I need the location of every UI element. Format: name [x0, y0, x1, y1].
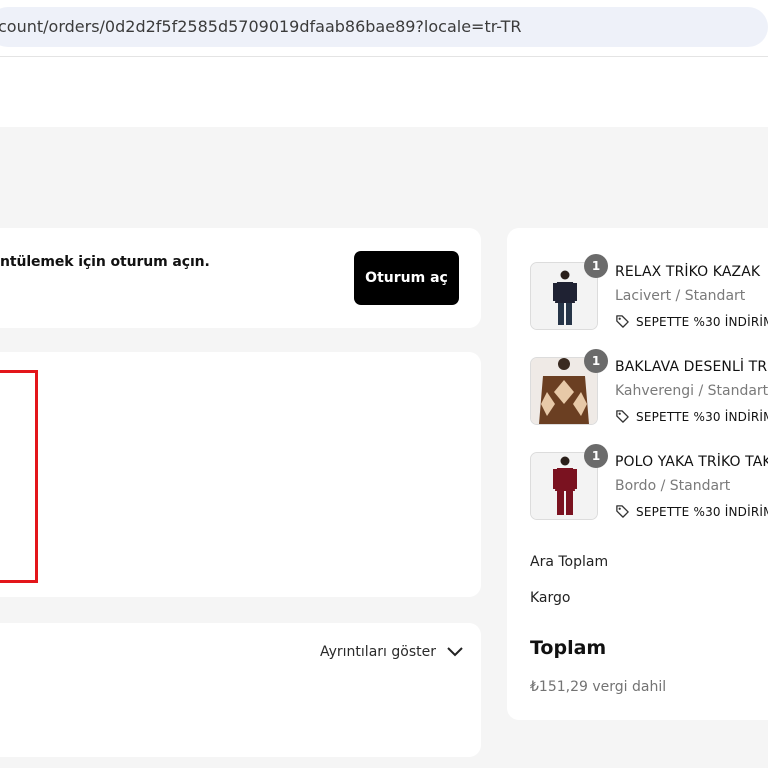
highlight-frame: [0, 370, 38, 583]
tag-icon: [616, 315, 629, 328]
total-label: Toplam: [530, 637, 607, 659]
chevron-down-icon: [447, 647, 463, 657]
discount-tag: SEPETTE %30 İNDİRİM: [615, 409, 768, 424]
product-name: BAKLAVA DESENLİ TRİ: [615, 359, 768, 375]
summary-item[interactable]: 1 RELAX TRİKO KAZAK Lacivert / Standart …: [530, 254, 768, 342]
product-variant: Kahverengi / Standart: [615, 383, 768, 399]
shipping-label: Kargo: [530, 590, 571, 606]
browser-toolbar: count/orders/0d2d2f5f2585d5709019dfaab86…: [0, 0, 768, 57]
summary-item[interactable]: 1 POLO YAKA TRİKO TAK Bordo / Standart S…: [530, 444, 768, 532]
product-variant: Lacivert / Standart: [615, 288, 746, 304]
product-name: POLO YAKA TRİKO TAK: [615, 454, 768, 470]
address-bar[interactable]: count/orders/0d2d2f5f2585d5709019dfaab86…: [0, 7, 768, 47]
show-details-toggle[interactable]: Ayrıntıları göster: [320, 644, 464, 660]
quantity-badge: 1: [584, 444, 608, 468]
discount-label: SEPETTE %30 İNDİRİM: [636, 504, 768, 519]
show-details-label: Ayrıntıları göster: [320, 644, 436, 660]
content-card: [0, 352, 481, 597]
tag-icon: [616, 505, 629, 518]
site-header: [0, 57, 768, 127]
tax-note: ₺151,29 vergi dahil: [530, 679, 667, 695]
login-prompt-text: ntülemek için oturum açın.: [0, 254, 210, 270]
quantity-badge: 1: [584, 254, 608, 278]
discount-tag: SEPETTE %30 İNDİRİM: [615, 314, 768, 329]
summary-item[interactable]: 1 BAKLAVA DESENLİ TRİ Kahverengi / Stand…: [530, 349, 768, 437]
discount-label: SEPETTE %30 İNDİRİM: [636, 314, 768, 329]
subtotal-label: Ara Toplam: [530, 554, 609, 570]
quantity-badge: 1: [584, 349, 608, 373]
discount-label: SEPETTE %30 İNDİRİM: [636, 409, 768, 424]
tag-icon: [616, 410, 629, 423]
login-button[interactable]: Oturum aç: [354, 251, 459, 305]
product-variant: Bordo / Standart: [615, 478, 731, 494]
product-name: RELAX TRİKO KAZAK: [615, 264, 761, 280]
discount-tag: SEPETTE %30 İNDİRİM: [615, 504, 768, 519]
